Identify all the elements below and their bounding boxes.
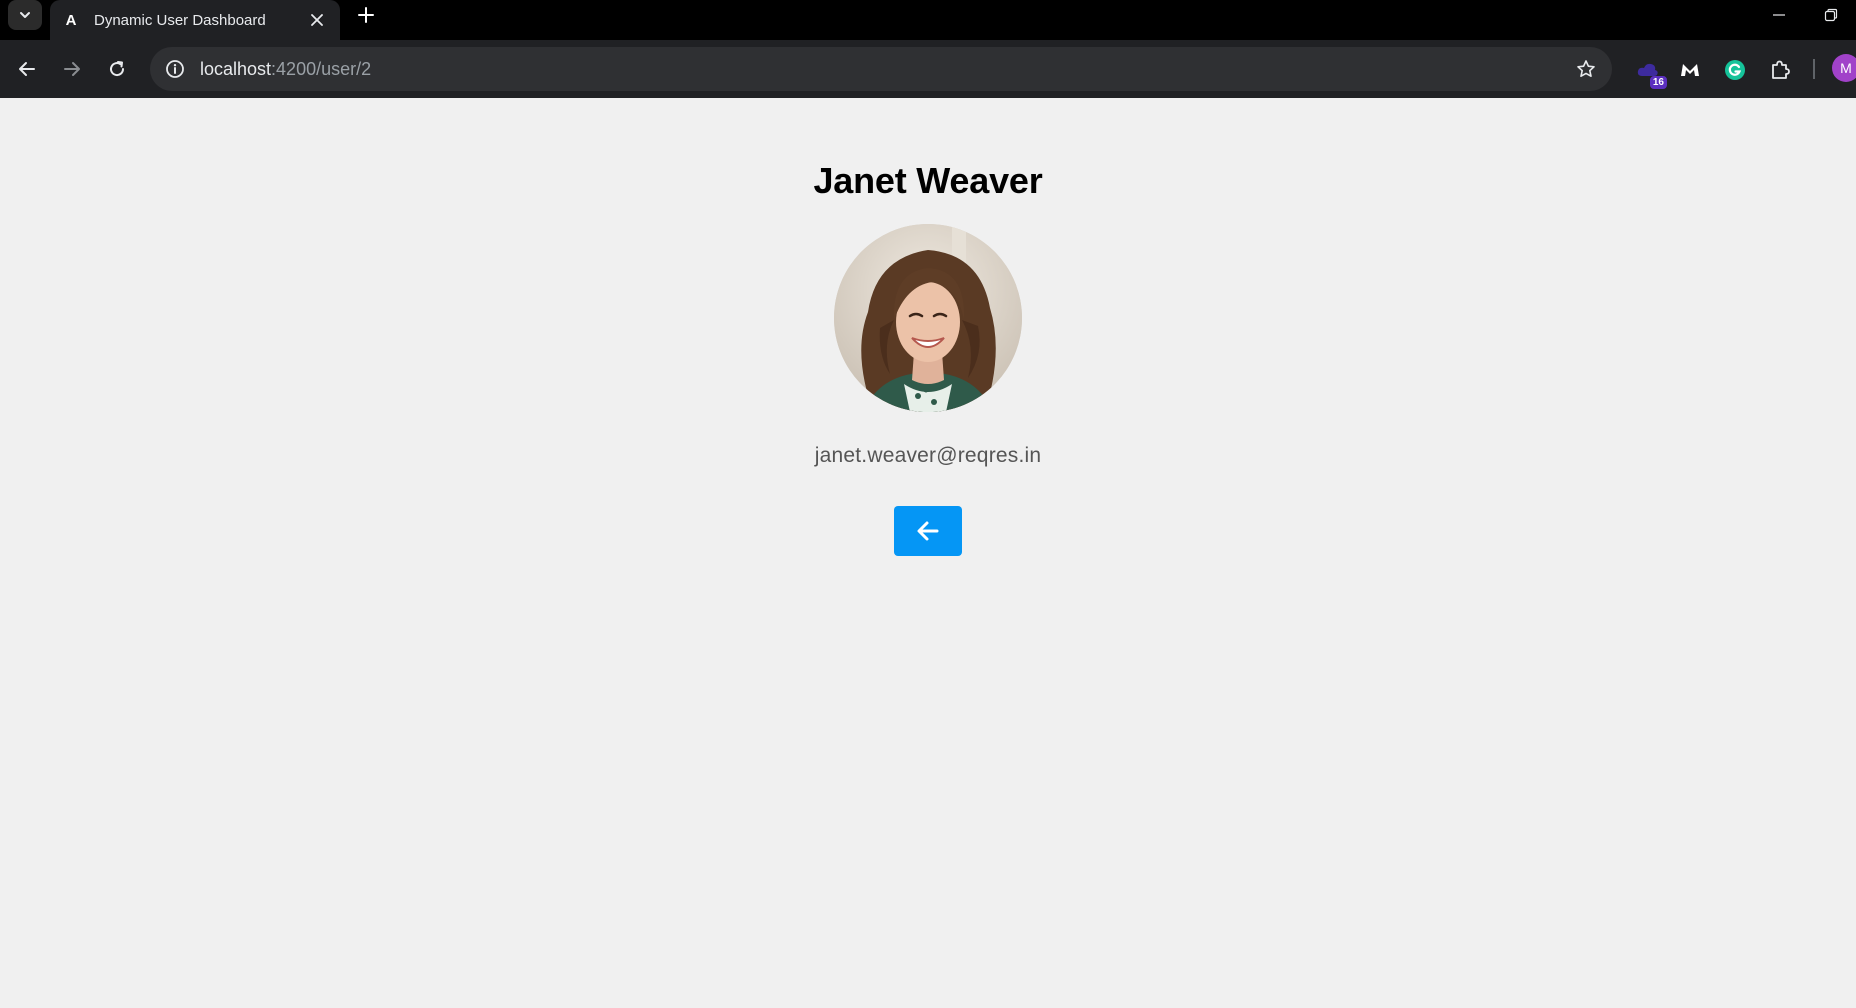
back-nav-button[interactable] [12, 54, 42, 84]
tab-search-button[interactable] [8, 0, 42, 30]
arrow-left-icon [917, 521, 939, 541]
close-icon [311, 14, 323, 26]
user-email: janet.weaver@reqres.in [814, 444, 1042, 467]
tab-title: Dynamic User Dashboard [94, 11, 266, 29]
toolbar-divider [1813, 59, 1815, 79]
grammarly-icon [1725, 60, 1745, 80]
profile-avatar-button[interactable]: M [1832, 54, 1856, 82]
user-name-heading: Janet Weaver [813, 160, 1043, 201]
chevron-down-icon [20, 12, 30, 18]
site-info-button[interactable] [164, 58, 186, 80]
extension-button-grammarly[interactable] [1720, 55, 1750, 85]
user-portrait-icon [834, 224, 1022, 412]
star-icon [1577, 60, 1595, 77]
browser-tab-active[interactable]: A Dynamic User Dashboard [50, 0, 340, 40]
url-text: localhost:4200/user/2 [200, 59, 1574, 80]
url-path: :4200/user/2 [271, 58, 372, 79]
tab-close-button[interactable] [306, 9, 328, 31]
user-avatar-image [834, 224, 1022, 412]
reload-icon [110, 61, 125, 77]
extension-button-malwarebytes[interactable] [1675, 55, 1705, 85]
forward-nav-button[interactable] [57, 54, 87, 84]
plus-icon [358, 7, 374, 23]
browser-toolbar: localhost:4200/user/2 16 [0, 40, 1856, 98]
window-minimize-button[interactable] [1766, 2, 1792, 28]
extensions-menu-button[interactable] [1765, 55, 1795, 85]
new-tab-button[interactable] [354, 3, 378, 27]
window-restore-button[interactable] [1818, 2, 1844, 28]
url-host: localhost [200, 58, 272, 79]
angular-favicon-icon: A [65, 11, 77, 29]
back-button[interactable] [894, 506, 962, 556]
extension-badge-count: 16 [1649, 76, 1667, 89]
extension-button-notifications[interactable]: 16 [1633, 55, 1667, 89]
tab-strip: A Dynamic User Dashboard [0, 0, 1856, 40]
minimize-icon [1773, 14, 1785, 16]
address-bar[interactable]: localhost:4200/user/2 [150, 47, 1612, 91]
arrow-left-icon [19, 62, 35, 76]
arrow-right-icon [64, 62, 80, 76]
reload-button[interactable] [102, 54, 132, 84]
restore-icon [1824, 8, 1838, 22]
info-icon [166, 60, 184, 78]
puzzle-icon [1772, 60, 1790, 79]
bookmark-button[interactable] [1574, 57, 1598, 81]
user-detail-page: Janet Weaver janet.weaver@reqres.in [0, 98, 1856, 1008]
user-profile-card: Janet Weaver janet.weaver@reqres.in [0, 98, 1856, 556]
malwarebytes-icon [1681, 64, 1699, 76]
